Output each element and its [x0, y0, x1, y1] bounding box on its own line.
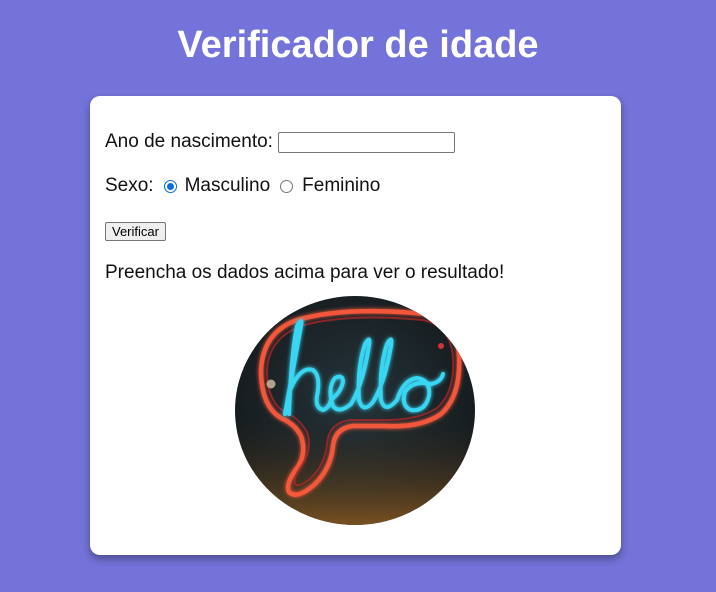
mount-screw — [266, 379, 276, 389]
age-checker-card: Ano de nascimento: Sexo: Masculino Femin… — [90, 96, 621, 555]
birth-year-label: Ano de nascimento: — [105, 131, 273, 152]
radio-masculino[interactable] — [163, 179, 177, 193]
result-text: Preencha os dados acima para ver o resul… — [105, 262, 505, 283]
sex-label: Sexo: — [105, 175, 154, 196]
radio-masculino-label[interactable]: Masculino — [185, 175, 271, 197]
sex-row: Sexo: Masculino Feminino — [105, 175, 380, 197]
verify-button[interactable]: Verificar — [105, 222, 166, 241]
page-title: Verificador de idade — [177, 24, 539, 66]
radio-feminino[interactable] — [280, 179, 294, 193]
birth-year-input[interactable] — [277, 131, 455, 153]
birth-year-row: Ano de nascimento: — [105, 131, 455, 153]
hello-neon-image — [235, 296, 475, 525]
neon-sign-picture — [235, 296, 475, 525]
radio-feminino-label[interactable]: Feminino — [302, 175, 380, 197]
